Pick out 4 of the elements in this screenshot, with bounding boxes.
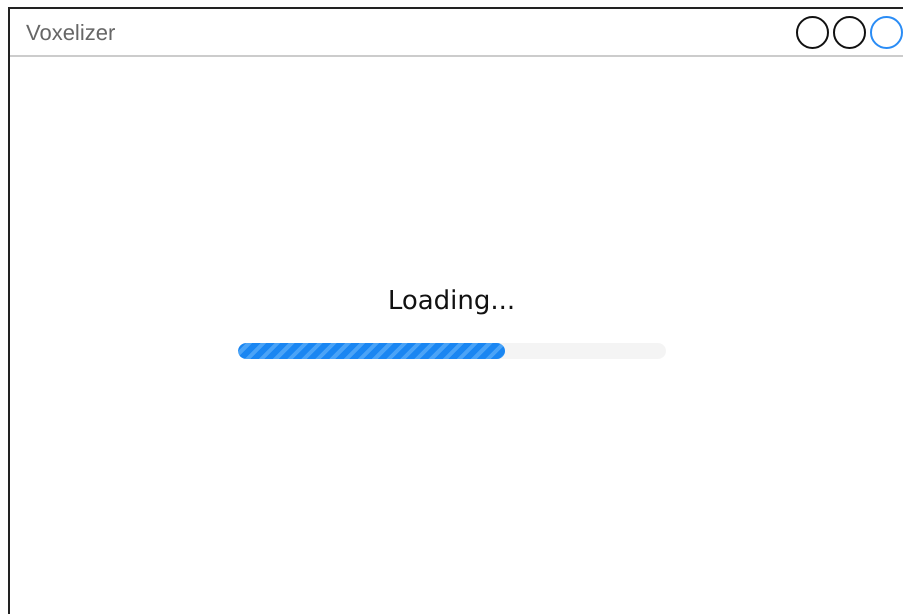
loading-text: Loading... [388, 285, 516, 318]
window-title: Voxelizer [26, 18, 116, 46]
window-control-button[interactable] [833, 16, 866, 48]
window-control-button[interactable] [796, 16, 829, 48]
